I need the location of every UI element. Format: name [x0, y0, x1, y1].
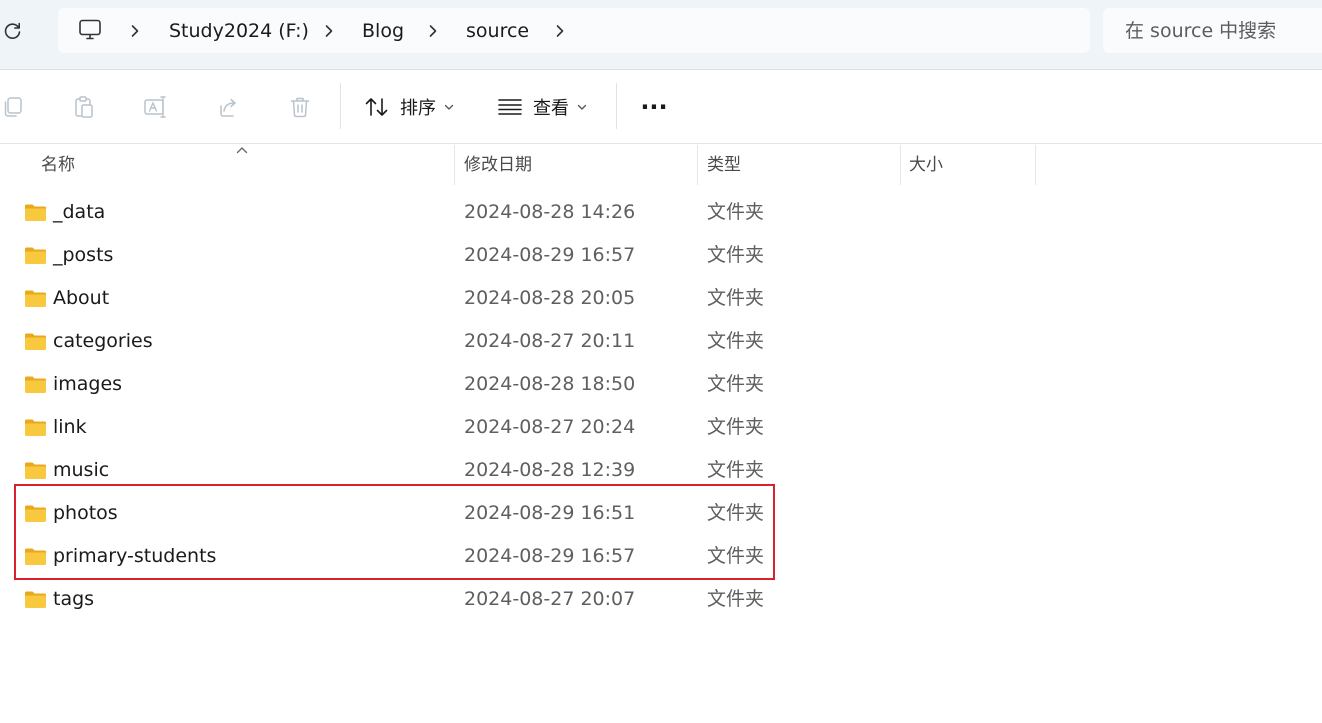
file-name: tags	[53, 588, 95, 610]
folder-icon	[25, 376, 46, 393]
chevron-right-icon[interactable]	[425, 20, 441, 42]
folder-icon	[25, 290, 46, 307]
file-name: images	[53, 373, 123, 395]
file-row[interactable]: _data 2024-08-28 14:26 文件夹	[0, 191, 1322, 234]
file-name: _data	[53, 201, 106, 223]
chevron-down-icon	[444, 103, 454, 111]
file-row[interactable]: primary-students 2024-08-29 16:57 文件夹	[0, 535, 1322, 578]
file-type: 文件夹	[707, 201, 765, 223]
file-list: _data 2024-08-28 14:26 文件夹 _posts 2024-0…	[0, 191, 1322, 621]
chevron-down-icon	[577, 103, 587, 111]
file-type: 文件夹	[707, 373, 765, 395]
file-name: photos	[53, 502, 118, 524]
file-type: 文件夹	[707, 416, 765, 438]
file-row[interactable]: categories 2024-08-27 20:11 文件夹	[0, 320, 1322, 363]
more-options-button[interactable]: ···	[636, 89, 672, 125]
file-type: 文件夹	[707, 502, 765, 524]
file-modified: 2024-08-28 14:26	[464, 201, 636, 223]
file-row[interactable]: tags 2024-08-27 20:07 文件夹	[0, 578, 1322, 621]
breadcrumb-drive[interactable]: Study2024 (F:)	[169, 18, 309, 44]
column-divider[interactable]	[454, 145, 455, 185]
chevron-right-icon[interactable]	[321, 20, 337, 42]
column-divider[interactable]	[900, 145, 901, 185]
file-name: About	[53, 287, 110, 309]
view-list-icon	[498, 99, 522, 115]
file-modified: 2024-08-29 16:57	[464, 244, 636, 266]
column-header-row: 名称 修改日期 类型 大小	[0, 145, 1322, 185]
column-divider[interactable]	[1035, 145, 1036, 185]
search-placeholder[interactable]: 在 source 中搜索	[1125, 18, 1276, 44]
search-box[interactable]: 在 source 中搜索	[1103, 8, 1322, 53]
column-divider[interactable]	[697, 145, 698, 185]
file-modified: 2024-08-29 16:51	[464, 502, 636, 524]
column-header-modified[interactable]: 修改日期	[464, 145, 532, 185]
file-name: link	[53, 416, 87, 438]
file-modified: 2024-08-28 12:39	[464, 459, 636, 481]
this-pc-button[interactable]	[76, 17, 104, 43]
sort-icon	[365, 98, 388, 116]
copy-icon	[4, 97, 22, 117]
column-header-size[interactable]: 大小	[909, 145, 943, 185]
file-name: music	[53, 459, 110, 481]
file-modified: 2024-08-28 20:05	[464, 287, 636, 309]
toolbar-divider	[616, 83, 617, 129]
delete-button[interactable]	[286, 93, 314, 121]
file-row[interactable]: About 2024-08-28 20:05 文件夹	[0, 277, 1322, 320]
file-modified: 2024-08-27 20:07	[464, 588, 636, 610]
command-bar: 排序 查看 ···	[0, 71, 1322, 144]
file-name: categories	[53, 330, 153, 352]
rename-icon	[144, 96, 166, 118]
file-type: 文件夹	[707, 244, 765, 266]
view-label: 查看	[533, 98, 569, 119]
folder-icon	[25, 333, 46, 350]
this-pc-icon	[79, 19, 101, 40]
breadcrumb-blog[interactable]: Blog	[362, 18, 404, 44]
chevron-right-icon[interactable]	[127, 20, 143, 42]
breadcrumb-source[interactable]: source	[466, 18, 529, 44]
refresh-button[interactable]	[0, 17, 26, 45]
paste-button[interactable]	[70, 93, 98, 121]
sort-label: 排序	[400, 98, 436, 119]
file-type: 文件夹	[707, 545, 765, 567]
file-modified: 2024-08-27 20:24	[464, 416, 636, 438]
folder-icon	[25, 462, 46, 479]
file-type: 文件夹	[707, 330, 765, 352]
file-type: 文件夹	[707, 459, 765, 481]
more-options-icon: ···	[640, 93, 668, 121]
copy-button[interactable]	[0, 93, 28, 121]
file-row[interactable]: _posts 2024-08-29 16:57 文件夹	[0, 234, 1322, 277]
toolbar-divider	[340, 83, 341, 129]
column-header-type[interactable]: 类型	[707, 145, 741, 185]
file-modified: 2024-08-27 20:11	[464, 330, 636, 352]
address-box[interactable]: Study2024 (F:) Blog source	[58, 8, 1090, 53]
file-row[interactable]: images 2024-08-28 18:50 文件夹	[0, 363, 1322, 406]
address-bar-area: Study2024 (F:) Blog source 在 source 中搜索	[0, 0, 1322, 70]
chevron-right-icon[interactable]	[552, 20, 568, 42]
folder-icon	[25, 548, 46, 565]
file-name: _posts	[53, 244, 114, 266]
file-modified: 2024-08-28 18:50	[464, 373, 636, 395]
column-header-name[interactable]: 名称	[41, 145, 75, 185]
folder-icon	[25, 419, 46, 436]
view-button[interactable]: 查看	[497, 89, 587, 125]
refresh-icon	[4, 22, 21, 39]
folder-icon	[25, 204, 46, 221]
share-button[interactable]	[214, 93, 242, 121]
share-icon	[220, 98, 236, 117]
folder-icon	[25, 591, 46, 608]
folder-icon	[25, 247, 46, 264]
file-row[interactable]: link 2024-08-27 20:24 文件夹	[0, 406, 1322, 449]
folder-icon	[25, 505, 46, 522]
sort-button[interactable]: 排序	[364, 89, 454, 125]
rename-button[interactable]	[142, 93, 170, 121]
file-name: primary-students	[53, 545, 217, 567]
file-row[interactable]: music 2024-08-28 12:39 文件夹	[0, 449, 1322, 492]
file-row[interactable]: photos 2024-08-29 16:51 文件夹	[0, 492, 1322, 535]
paste-icon	[75, 96, 93, 118]
sort-ascending-icon	[236, 147, 248, 154]
file-modified: 2024-08-29 16:57	[464, 545, 636, 567]
file-type: 文件夹	[707, 287, 765, 309]
file-type: 文件夹	[707, 588, 765, 610]
delete-icon	[290, 97, 310, 118]
